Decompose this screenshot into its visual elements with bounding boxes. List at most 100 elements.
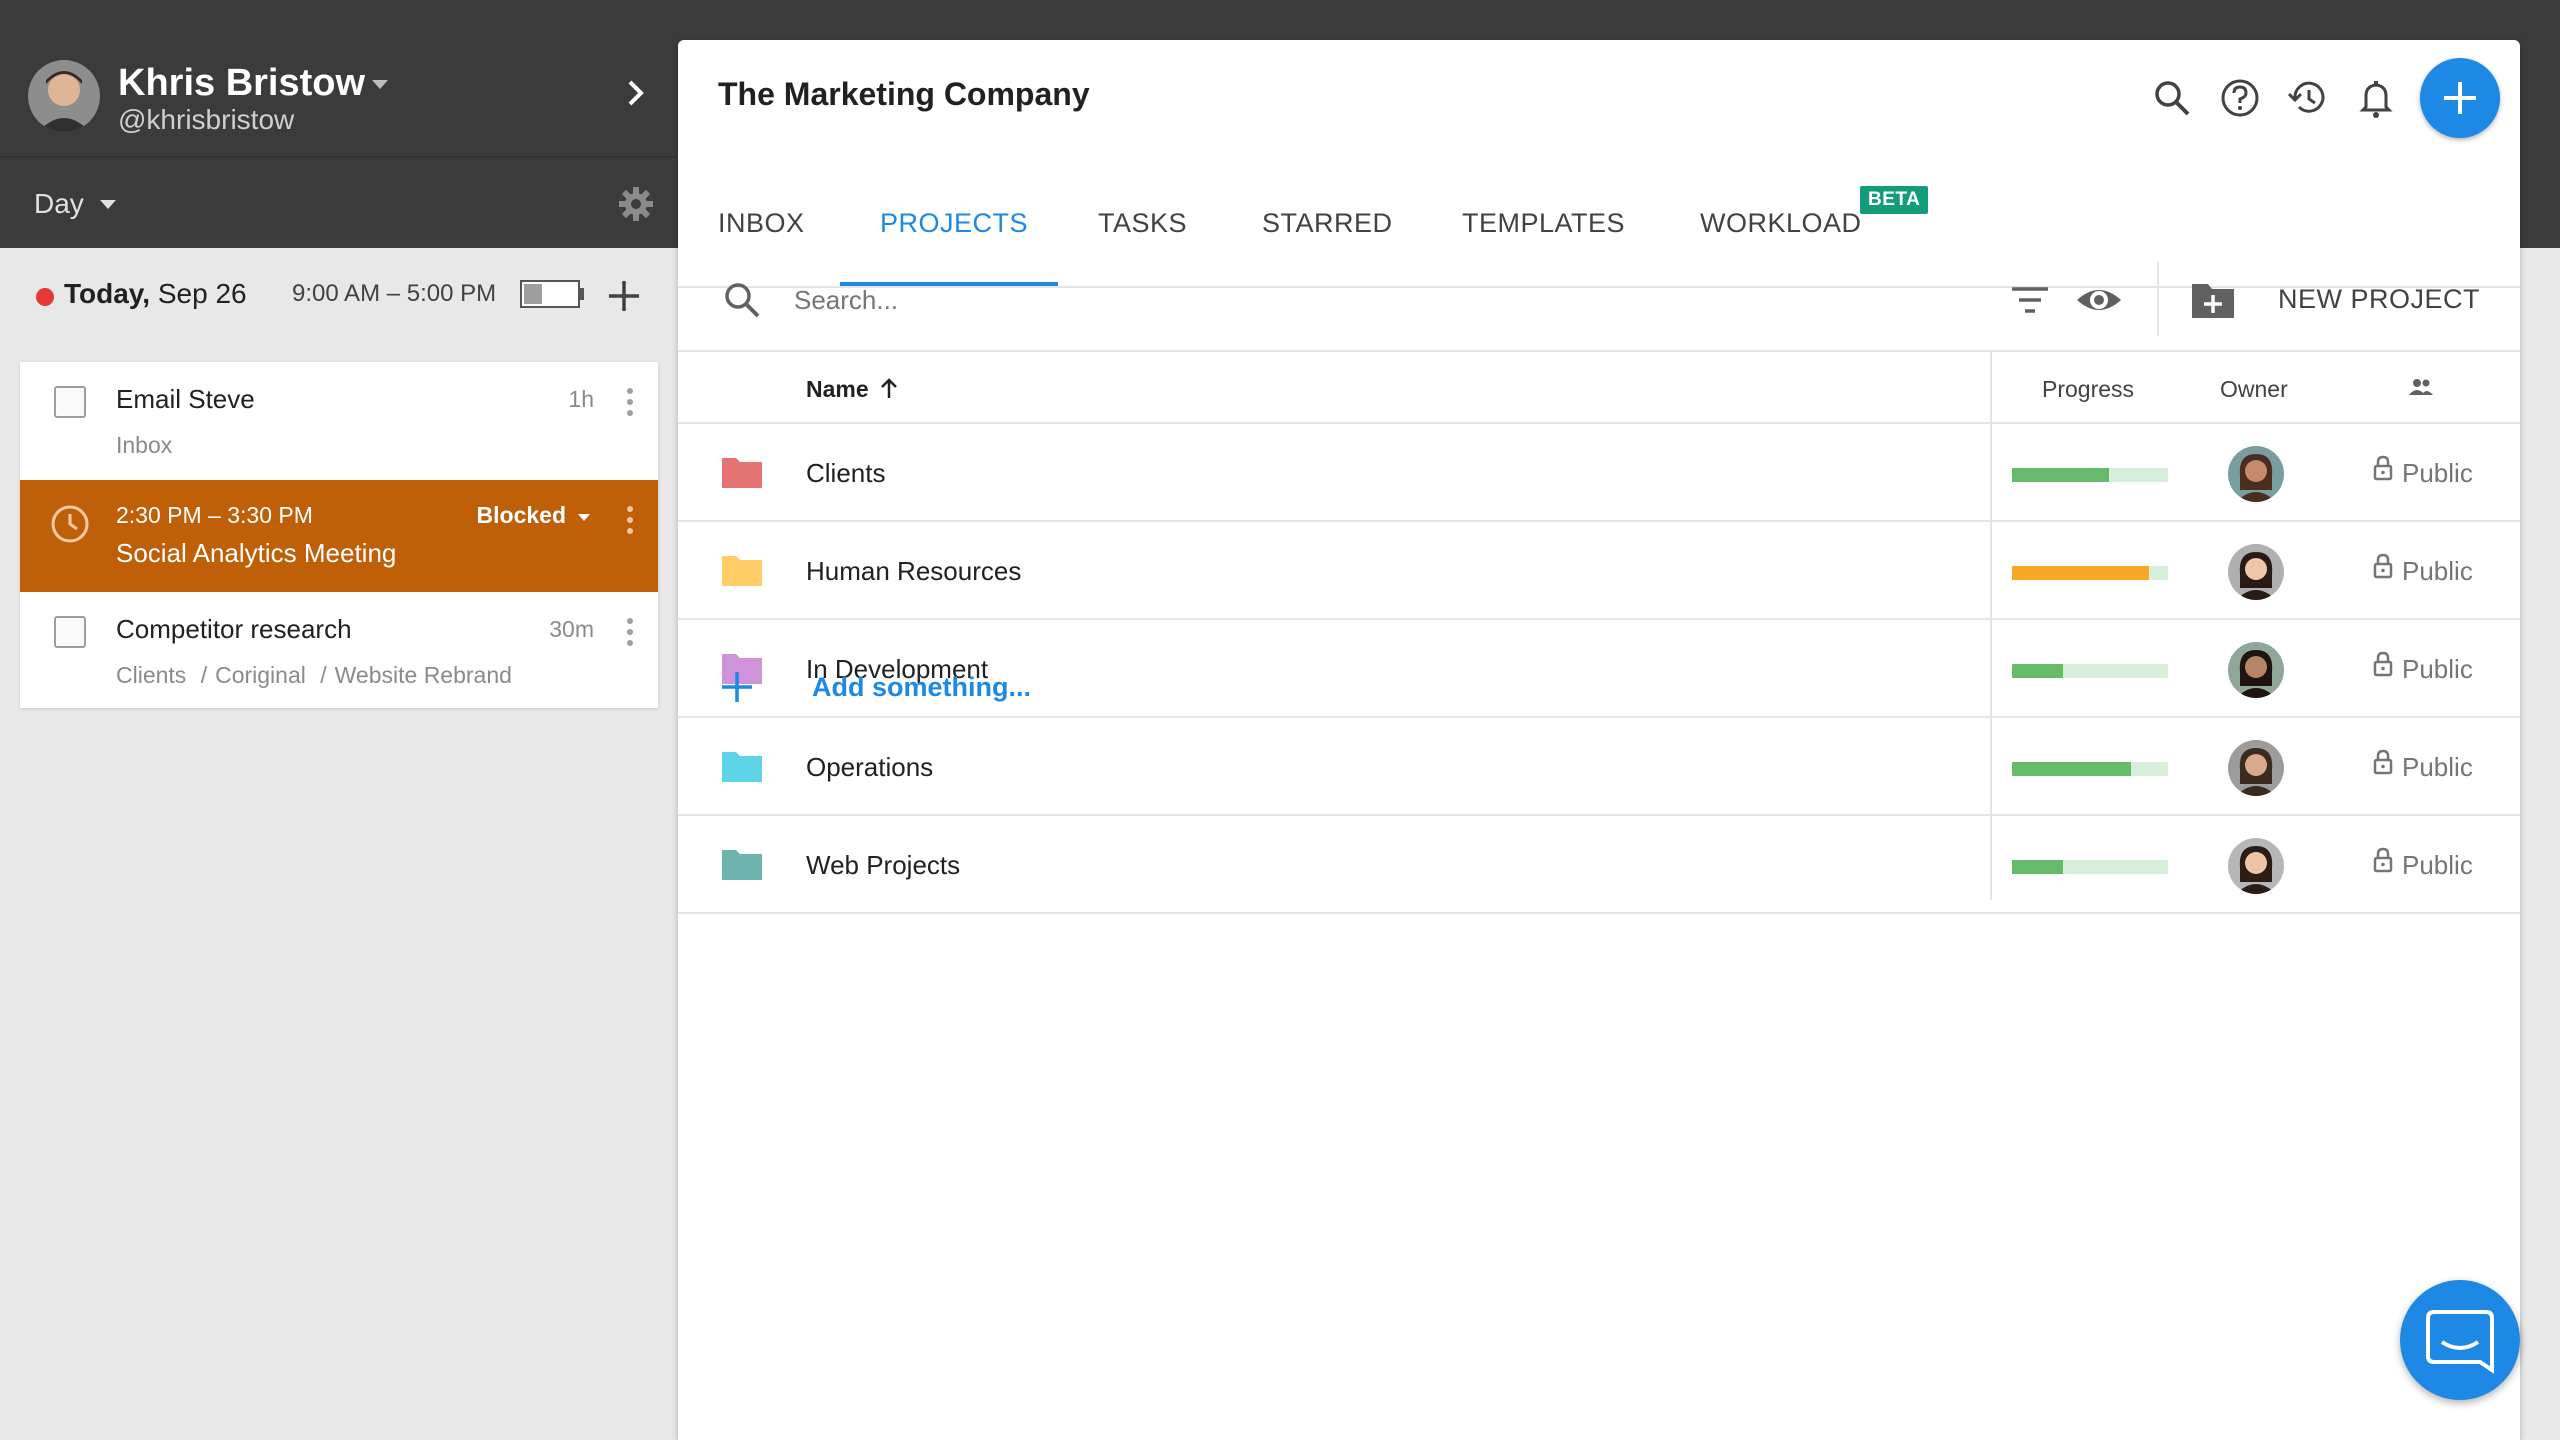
breadcrumb-item[interactable]: Clients [116, 662, 186, 688]
more-icon[interactable] [626, 388, 634, 420]
history-icon[interactable] [2286, 76, 2330, 120]
more-icon[interactable] [626, 618, 634, 650]
lock-icon [2373, 749, 2393, 775]
folder-add-icon[interactable] [2190, 278, 2236, 320]
sort-ascending-icon[interactable] [878, 376, 900, 400]
add-task-icon[interactable] [606, 278, 642, 314]
column-owner-header[interactable]: Owner [2220, 376, 2288, 403]
avatar[interactable] [2228, 838, 2284, 894]
chat-icon [2426, 1310, 2494, 1374]
progress-bar [2012, 468, 2168, 482]
eye-icon[interactable] [2074, 278, 2124, 322]
progress-fill [2012, 860, 2064, 874]
table-header: Name Progress Owner [678, 352, 2520, 424]
task-breadcrumb: Clients / Coriginal / Website Rebrand [116, 662, 512, 688]
bell-icon[interactable] [2354, 76, 2398, 120]
work-hours[interactable]: 9:00 AM – 5:00 PM [292, 280, 496, 308]
project-name[interactable]: Operations [806, 752, 933, 783]
visibility-label[interactable]: Public [2402, 752, 2473, 783]
table-row[interactable]: Clients Public [678, 426, 2520, 522]
filter-icon[interactable] [2008, 280, 2052, 320]
lock-icon [2373, 455, 2393, 481]
task-item[interactable]: Email Steve Inbox 1h [20, 362, 658, 480]
avatar[interactable] [2228, 446, 2284, 502]
tab-tasks[interactable]: TASKS [1098, 208, 1187, 239]
gear-icon[interactable] [616, 184, 656, 224]
main-panel: The Marketing Company INBOX PROJECTS TAS… [678, 40, 2520, 1440]
user-handle: @khrisbristow [118, 104, 295, 135]
new-project-button[interactable]: NEW PROJECT [2278, 284, 2480, 315]
column-progress-header[interactable]: Progress [2042, 376, 2134, 403]
project-name[interactable]: Human Resources [806, 556, 1021, 587]
lock-icon [2373, 847, 2393, 873]
tab-inbox[interactable]: INBOX [718, 208, 805, 239]
capacity-meter-tip [580, 288, 584, 300]
table-row[interactable]: Human Resources Public [678, 524, 2520, 620]
user-name[interactable]: Khris Bristow [118, 62, 365, 105]
task-item[interactable]: Competitor research Clients / Coriginal /… [20, 592, 658, 708]
progress-bar [2012, 860, 2168, 874]
status-badge[interactable]: Blocked [477, 502, 566, 529]
chat-launcher[interactable] [2400, 1280, 2520, 1400]
project-name[interactable]: Web Projects [806, 850, 960, 881]
today-date: Today, Sep 26 [64, 278, 247, 309]
beta-badge: BETA [1860, 186, 1929, 214]
column-name-header[interactable]: Name [806, 376, 869, 403]
task-item-active[interactable]: 2:30 PM – 3:30 PM Social Analytics Meeti… [20, 480, 658, 592]
add-something-link[interactable]: Add something... [812, 672, 1031, 703]
help-icon[interactable] [2218, 76, 2262, 120]
capacity-meter [520, 280, 580, 308]
task-checkbox[interactable] [54, 616, 86, 648]
sidebar-body: Today, Sep 26 9:00 AM – 5:00 PM Email St… [0, 248, 676, 1440]
visibility-label[interactable]: Public [2402, 850, 2473, 881]
search-icon [725, 283, 760, 318]
more-icon[interactable] [626, 506, 634, 538]
task-title[interactable]: Email Steve [116, 384, 255, 415]
progress-fill [2012, 762, 2131, 776]
visibility-label[interactable]: Public [2402, 458, 2473, 489]
search-icon[interactable] [2150, 76, 2194, 120]
project-name[interactable]: Clients [806, 458, 885, 489]
today-indicator [36, 288, 54, 306]
tab-starred[interactable]: STARRED [1262, 208, 1393, 239]
folder-icon [722, 850, 762, 880]
view-caret-icon[interactable] [100, 200, 116, 209]
members-icon[interactable] [2408, 376, 2434, 398]
avatar[interactable] [2228, 544, 2284, 600]
chevron-right-icon[interactable] [620, 78, 650, 108]
user-menu-caret-icon[interactable] [372, 80, 388, 89]
search-input[interactable] [794, 274, 1844, 326]
task-checkbox[interactable] [54, 386, 86, 418]
task-duration: 30m [549, 616, 594, 642]
today-row: Today, Sep 26 9:00 AM – 5:00 PM [0, 248, 676, 344]
plus-icon [2444, 82, 2476, 114]
task-title[interactable]: Social Analytics Meeting [116, 538, 396, 569]
clock-icon [51, 505, 89, 543]
progress-fill [2012, 468, 2109, 482]
plus-icon[interactable] [720, 670, 754, 704]
visibility-label[interactable]: Public [2402, 556, 2473, 587]
task-list-name[interactable]: Inbox [116, 432, 172, 459]
user-header[interactable]: Khris Bristow @khrisbristow [0, 0, 676, 156]
task-title[interactable]: Competitor research [116, 614, 352, 645]
tab-projects[interactable]: PROJECTS [880, 208, 1028, 239]
avatar[interactable] [2228, 740, 2284, 796]
view-selector[interactable]: Day [34, 188, 84, 220]
lock-icon [2373, 553, 2393, 579]
table-row[interactable]: Web Projects Public [678, 818, 2520, 914]
progress-bar [2012, 566, 2168, 580]
folder-icon [722, 752, 762, 782]
status-caret-icon[interactable] [578, 514, 590, 521]
tab-workload[interactable]: WORKLOAD [1700, 208, 1862, 239]
tab-templates[interactable]: TEMPLATES [1462, 208, 1625, 239]
user-avatar[interactable] [28, 60, 100, 132]
project-toolbar: NEW PROJECT [678, 248, 2520, 352]
breadcrumb-item[interactable]: Coriginal [215, 662, 306, 688]
toolbar-divider [2157, 262, 2159, 336]
task-time: 2:30 PM – 3:30 PM [116, 502, 313, 528]
page-title: The Marketing Company [718, 76, 1090, 112]
add-something-row[interactable]: Add something... [678, 636, 2520, 736]
folder-icon [722, 556, 762, 586]
breadcrumb-item[interactable]: Website Rebrand [335, 662, 512, 688]
add-button[interactable] [2420, 58, 2500, 138]
